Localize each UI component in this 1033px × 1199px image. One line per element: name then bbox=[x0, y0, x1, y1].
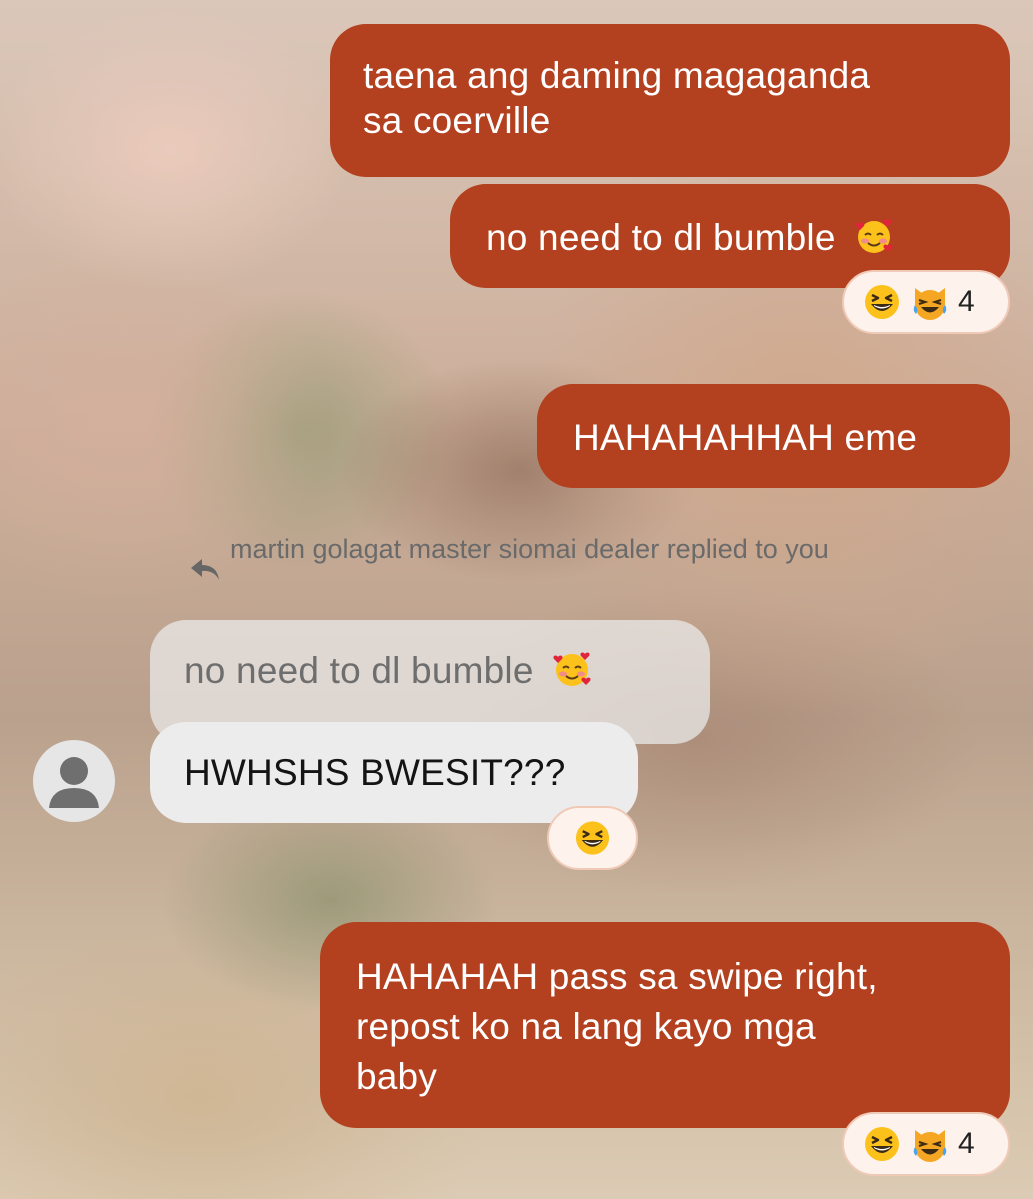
reactions-pill[interactable]: 4 bbox=[842, 1112, 1010, 1176]
message-text-line: repost ko na lang kayo mga bbox=[356, 1006, 816, 1047]
outgoing-message[interactable]: HAHAHAHHAH eme bbox=[537, 384, 1010, 488]
avatar[interactable] bbox=[33, 740, 115, 822]
cat-with-tears-of-joy-icon bbox=[910, 1124, 950, 1164]
reactions-pill[interactable]: 4 bbox=[842, 270, 1010, 334]
reaction-count: 4 bbox=[958, 285, 975, 318]
smiling-face-with-hearts-icon bbox=[552, 649, 592, 689]
outgoing-message[interactable]: taena ang daming magaganda sa coerville bbox=[330, 24, 1010, 177]
smiling-face-with-hearts-icon bbox=[854, 216, 894, 256]
quoted-text: no need to dl bumble bbox=[184, 650, 534, 691]
message-text-line: sa coerville bbox=[363, 100, 551, 141]
message-text: HAHAHAHHAH eme bbox=[573, 417, 918, 458]
message-text: no need to dl bumble bbox=[486, 217, 836, 258]
incoming-message[interactable]: HWHSHS BWESIT??? bbox=[150, 722, 638, 823]
grinning-squinting-face-icon bbox=[862, 1124, 902, 1164]
cat-with-tears-of-joy-icon bbox=[910, 282, 950, 322]
grinning-squinting-face-icon bbox=[573, 818, 612, 858]
reaction-count: 4 bbox=[958, 1127, 975, 1160]
outgoing-message[interactable]: HAHAHAH pass sa swipe right, repost ko n… bbox=[320, 922, 1010, 1128]
message-text-line: baby bbox=[356, 1056, 438, 1097]
message-text-line: HAHAHAH pass sa swipe right, bbox=[356, 956, 878, 997]
grinning-squinting-face-icon bbox=[862, 282, 902, 322]
message-text: HWHSHS BWESIT??? bbox=[184, 752, 566, 793]
reactions-pill[interactable] bbox=[547, 806, 638, 870]
default-avatar-icon bbox=[49, 757, 99, 808]
message-text-line: taena ang daming magaganda bbox=[363, 55, 871, 96]
reply-label: martin golagat master siomai dealer repl… bbox=[230, 534, 829, 564]
reply-arrow-icon bbox=[191, 559, 219, 580]
